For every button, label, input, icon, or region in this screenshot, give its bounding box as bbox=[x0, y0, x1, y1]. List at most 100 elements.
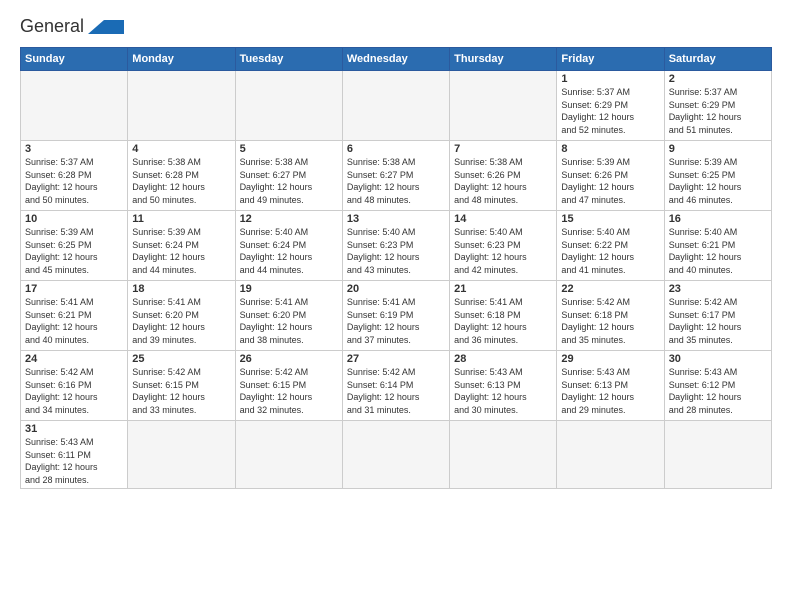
day-number: 13 bbox=[347, 213, 445, 225]
day-number: 15 bbox=[561, 213, 659, 225]
calendar-cell-w4d2: 26Sunrise: 5:42 AM Sunset: 6:15 PM Dayli… bbox=[235, 351, 342, 421]
calendar-cell-w2d5: 15Sunrise: 5:40 AM Sunset: 6:22 PM Dayli… bbox=[557, 211, 664, 281]
calendar-cell-w3d4: 21Sunrise: 5:41 AM Sunset: 6:18 PM Dayli… bbox=[450, 281, 557, 351]
calendar-cell-w1d2: 5Sunrise: 5:38 AM Sunset: 6:27 PM Daylig… bbox=[235, 141, 342, 211]
day-info: Sunrise: 5:42 AM Sunset: 6:14 PM Dayligh… bbox=[347, 366, 445, 416]
day-info: Sunrise: 5:40 AM Sunset: 6:21 PM Dayligh… bbox=[669, 226, 767, 276]
calendar-cell-w3d3: 20Sunrise: 5:41 AM Sunset: 6:19 PM Dayli… bbox=[342, 281, 449, 351]
calendar-cell-w2d3: 13Sunrise: 5:40 AM Sunset: 6:23 PM Dayli… bbox=[342, 211, 449, 281]
calendar-page: General SundayMondayTuesdayWednesdayThur… bbox=[0, 0, 792, 612]
day-number: 8 bbox=[561, 143, 659, 155]
day-info: Sunrise: 5:43 AM Sunset: 6:13 PM Dayligh… bbox=[454, 366, 552, 416]
day-number: 29 bbox=[561, 353, 659, 365]
calendar-cell-w5d2 bbox=[235, 421, 342, 489]
day-number: 9 bbox=[669, 143, 767, 155]
calendar-cell-w4d4: 28Sunrise: 5:43 AM Sunset: 6:13 PM Dayli… bbox=[450, 351, 557, 421]
calendar-cell-w5d6 bbox=[664, 421, 771, 489]
day-info: Sunrise: 5:40 AM Sunset: 6:23 PM Dayligh… bbox=[454, 226, 552, 276]
calendar-cell-w0d1 bbox=[128, 71, 235, 141]
calendar-cell-w4d6: 30Sunrise: 5:43 AM Sunset: 6:12 PM Dayli… bbox=[664, 351, 771, 421]
calendar-cell-w1d5: 8Sunrise: 5:39 AM Sunset: 6:26 PM Daylig… bbox=[557, 141, 664, 211]
day-info: Sunrise: 5:41 AM Sunset: 6:20 PM Dayligh… bbox=[240, 296, 338, 346]
day-number: 1 bbox=[561, 73, 659, 85]
day-number: 24 bbox=[25, 353, 123, 365]
day-info: Sunrise: 5:38 AM Sunset: 6:26 PM Dayligh… bbox=[454, 156, 552, 206]
day-info: Sunrise: 5:37 AM Sunset: 6:29 PM Dayligh… bbox=[561, 86, 659, 136]
week-row-1: 3Sunrise: 5:37 AM Sunset: 6:28 PM Daylig… bbox=[21, 141, 772, 211]
calendar-cell-w2d2: 12Sunrise: 5:40 AM Sunset: 6:24 PM Dayli… bbox=[235, 211, 342, 281]
day-info: Sunrise: 5:39 AM Sunset: 6:24 PM Dayligh… bbox=[132, 226, 230, 276]
day-info: Sunrise: 5:42 AM Sunset: 6:18 PM Dayligh… bbox=[561, 296, 659, 346]
weekday-header-sunday: Sunday bbox=[21, 48, 128, 71]
week-row-0: 1Sunrise: 5:37 AM Sunset: 6:29 PM Daylig… bbox=[21, 71, 772, 141]
day-number: 17 bbox=[25, 283, 123, 295]
day-number: 22 bbox=[561, 283, 659, 295]
day-info: Sunrise: 5:41 AM Sunset: 6:21 PM Dayligh… bbox=[25, 296, 123, 346]
calendar-table: SundayMondayTuesdayWednesdayThursdayFrid… bbox=[20, 47, 772, 489]
week-row-2: 10Sunrise: 5:39 AM Sunset: 6:25 PM Dayli… bbox=[21, 211, 772, 281]
calendar-cell-w1d6: 9Sunrise: 5:39 AM Sunset: 6:25 PM Daylig… bbox=[664, 141, 771, 211]
calendar-cell-w0d0 bbox=[21, 71, 128, 141]
day-number: 19 bbox=[240, 283, 338, 295]
day-info: Sunrise: 5:39 AM Sunset: 6:25 PM Dayligh… bbox=[25, 226, 123, 276]
day-info: Sunrise: 5:39 AM Sunset: 6:25 PM Dayligh… bbox=[669, 156, 767, 206]
week-row-4: 24Sunrise: 5:42 AM Sunset: 6:16 PM Dayli… bbox=[21, 351, 772, 421]
day-number: 7 bbox=[454, 143, 552, 155]
calendar-cell-w5d1 bbox=[128, 421, 235, 489]
day-number: 23 bbox=[669, 283, 767, 295]
calendar-cell-w3d1: 18Sunrise: 5:41 AM Sunset: 6:20 PM Dayli… bbox=[128, 281, 235, 351]
day-info: Sunrise: 5:42 AM Sunset: 6:15 PM Dayligh… bbox=[240, 366, 338, 416]
calendar-cell-w3d2: 19Sunrise: 5:41 AM Sunset: 6:20 PM Dayli… bbox=[235, 281, 342, 351]
calendar-cell-w4d5: 29Sunrise: 5:43 AM Sunset: 6:13 PM Dayli… bbox=[557, 351, 664, 421]
day-number: 31 bbox=[25, 423, 123, 435]
calendar-cell-w4d1: 25Sunrise: 5:42 AM Sunset: 6:15 PM Dayli… bbox=[128, 351, 235, 421]
day-number: 4 bbox=[132, 143, 230, 155]
calendar-cell-w1d4: 7Sunrise: 5:38 AM Sunset: 6:26 PM Daylig… bbox=[450, 141, 557, 211]
header: General bbox=[20, 16, 772, 41]
logo: General bbox=[20, 16, 124, 41]
weekday-header-friday: Friday bbox=[557, 48, 664, 71]
day-info: Sunrise: 5:40 AM Sunset: 6:23 PM Dayligh… bbox=[347, 226, 445, 276]
day-number: 30 bbox=[669, 353, 767, 365]
day-info: Sunrise: 5:43 AM Sunset: 6:12 PM Dayligh… bbox=[669, 366, 767, 416]
day-info: Sunrise: 5:41 AM Sunset: 6:19 PM Dayligh… bbox=[347, 296, 445, 346]
day-number: 11 bbox=[132, 213, 230, 225]
weekday-header-saturday: Saturday bbox=[664, 48, 771, 71]
calendar-cell-w5d5 bbox=[557, 421, 664, 489]
calendar-cell-w0d3 bbox=[342, 71, 449, 141]
day-info: Sunrise: 5:43 AM Sunset: 6:11 PM Dayligh… bbox=[25, 436, 123, 486]
day-number: 18 bbox=[132, 283, 230, 295]
calendar-cell-w1d1: 4Sunrise: 5:38 AM Sunset: 6:28 PM Daylig… bbox=[128, 141, 235, 211]
calendar-cell-w5d0: 31Sunrise: 5:43 AM Sunset: 6:11 PM Dayli… bbox=[21, 421, 128, 489]
day-info: Sunrise: 5:38 AM Sunset: 6:28 PM Dayligh… bbox=[132, 156, 230, 206]
day-info: Sunrise: 5:41 AM Sunset: 6:20 PM Dayligh… bbox=[132, 296, 230, 346]
day-number: 28 bbox=[454, 353, 552, 365]
weekday-header-monday: Monday bbox=[128, 48, 235, 71]
weekday-header-thursday: Thursday bbox=[450, 48, 557, 71]
calendar-cell-w4d0: 24Sunrise: 5:42 AM Sunset: 6:16 PM Dayli… bbox=[21, 351, 128, 421]
calendar-cell-w1d3: 6Sunrise: 5:38 AM Sunset: 6:27 PM Daylig… bbox=[342, 141, 449, 211]
day-number: 3 bbox=[25, 143, 123, 155]
day-number: 14 bbox=[454, 213, 552, 225]
day-info: Sunrise: 5:37 AM Sunset: 6:29 PM Dayligh… bbox=[669, 86, 767, 136]
day-number: 16 bbox=[669, 213, 767, 225]
day-info: Sunrise: 5:38 AM Sunset: 6:27 PM Dayligh… bbox=[240, 156, 338, 206]
week-row-5: 31Sunrise: 5:43 AM Sunset: 6:11 PM Dayli… bbox=[21, 421, 772, 489]
calendar-cell-w3d5: 22Sunrise: 5:42 AM Sunset: 6:18 PM Dayli… bbox=[557, 281, 664, 351]
calendar-cell-w0d2 bbox=[235, 71, 342, 141]
day-number: 12 bbox=[240, 213, 338, 225]
weekday-header-row: SundayMondayTuesdayWednesdayThursdayFrid… bbox=[21, 48, 772, 71]
day-number: 21 bbox=[454, 283, 552, 295]
day-number: 6 bbox=[347, 143, 445, 155]
day-number: 26 bbox=[240, 353, 338, 365]
day-info: Sunrise: 5:41 AM Sunset: 6:18 PM Dayligh… bbox=[454, 296, 552, 346]
day-number: 2 bbox=[669, 73, 767, 85]
day-number: 10 bbox=[25, 213, 123, 225]
weekday-header-tuesday: Tuesday bbox=[235, 48, 342, 71]
calendar-cell-w1d0: 3Sunrise: 5:37 AM Sunset: 6:28 PM Daylig… bbox=[21, 141, 128, 211]
calendar-cell-w5d4 bbox=[450, 421, 557, 489]
day-info: Sunrise: 5:40 AM Sunset: 6:24 PM Dayligh… bbox=[240, 226, 338, 276]
day-info: Sunrise: 5:37 AM Sunset: 6:28 PM Dayligh… bbox=[25, 156, 123, 206]
day-number: 27 bbox=[347, 353, 445, 365]
calendar-cell-w0d6: 2Sunrise: 5:37 AM Sunset: 6:29 PM Daylig… bbox=[664, 71, 771, 141]
